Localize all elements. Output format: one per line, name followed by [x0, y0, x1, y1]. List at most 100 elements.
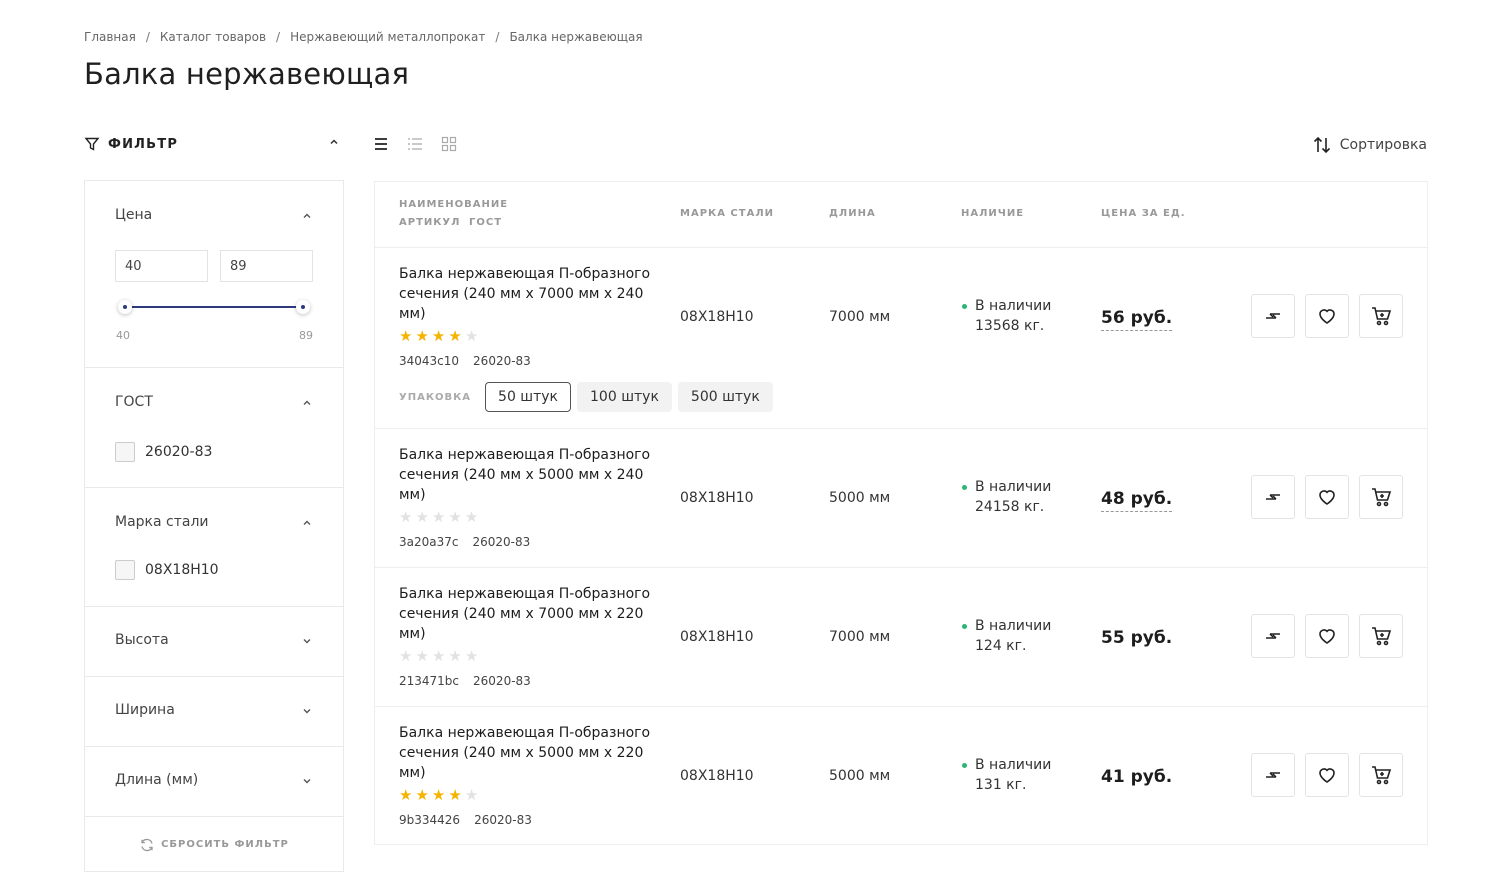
filter-section-length[interactable]: Длина (мм) — [85, 747, 343, 817]
product-name[interactable]: Балка нержавеющая П-образного сечения (2… — [399, 584, 669, 644]
filter-price-title[interactable]: Цена — [115, 207, 152, 223]
product-article: 3a20a37c — [399, 535, 459, 549]
filter-panel: Цена 40 89 40 89 ГОСТ 26020-83 Марка ста… — [84, 180, 344, 872]
header-gost: ГОСТ — [469, 217, 503, 228]
cart-icon — [1372, 766, 1392, 785]
compare-button[interactable] — [1251, 294, 1295, 338]
chevron-down-icon[interactable] — [301, 705, 313, 717]
product-steel: 08Х18Н10 — [680, 490, 754, 506]
header-price[interactable]: ЦЕНА ЗА ЕД. — [1101, 208, 1186, 219]
star-filled-icon: ★ — [399, 327, 413, 345]
header-name: НАИМЕНОВАНИЕ — [399, 199, 509, 210]
filter-header[interactable]: ФИЛЬТР — [84, 134, 344, 154]
add-to-cart-button[interactable] — [1359, 475, 1403, 519]
package-option-500[interactable]: 500 штук — [677, 382, 773, 412]
favorite-button[interactable] — [1305, 294, 1349, 338]
price-slider-max-handle[interactable] — [296, 300, 310, 314]
heart-icon — [1319, 629, 1335, 644]
grid-view-icon[interactable] — [440, 135, 458, 153]
chevron-up-icon[interactable] — [301, 210, 313, 222]
filter-length-title[interactable]: Длина (мм) — [115, 772, 198, 788]
header-article: АРТИКУЛ — [399, 217, 461, 228]
chevron-down-icon[interactable] — [301, 635, 313, 647]
breadcrumb-current: Балка нержавеющая — [509, 30, 643, 44]
product-steel: 08Х18Н10 — [680, 768, 754, 784]
header-steel[interactable]: МАРКА СТАЛИ — [680, 208, 774, 219]
product-gost: 26020-83 — [474, 813, 532, 827]
reset-filter-content: СБРОСИТЬ ФИЛЬТР — [139, 837, 289, 853]
chevron-up-icon[interactable] — [328, 136, 340, 148]
price-slider-track[interactable] — [125, 306, 303, 308]
breadcrumb-home[interactable]: Главная — [84, 30, 136, 44]
price-max-input[interactable]: 89 — [220, 250, 313, 282]
reset-filter-button[interactable]: СБРОСИТЬ ФИЛЬТР — [85, 817, 343, 872]
star-empty-icon: ★ — [415, 647, 429, 665]
product-name[interactable]: Балка нержавеющая П-образного сечения (2… — [399, 264, 669, 324]
cart-icon — [1372, 488, 1392, 507]
breadcrumb-separator: / — [276, 30, 281, 44]
compare-button[interactable] — [1251, 614, 1295, 658]
heart-icon — [1319, 309, 1335, 324]
product-price[interactable]: 48 руб. — [1101, 489, 1173, 512]
stock-label: В наличии — [975, 479, 1052, 495]
package-option-50[interactable]: 50 штук — [485, 382, 572, 412]
package-label: УПАКОВКА — [399, 391, 472, 403]
refresh-icon — [141, 838, 153, 851]
header-length[interactable]: ДЛИНА — [829, 208, 876, 219]
add-to-cart-button[interactable] — [1359, 614, 1403, 658]
breadcrumb: Главная / Каталог товаров / Нержавеющий … — [84, 30, 643, 44]
breadcrumb-catalog[interactable]: Каталог товаров — [160, 30, 266, 44]
product-name[interactable]: Балка нержавеющая П-образного сечения (2… — [399, 445, 669, 505]
stock-quantity: 13568 кг. — [975, 318, 1045, 334]
in-stock-dot — [962, 485, 967, 490]
favorite-button[interactable] — [1305, 475, 1349, 519]
chevron-up-icon[interactable] — [301, 517, 313, 529]
header-stock[interactable]: НАЛИЧИЕ — [961, 208, 1024, 219]
product-codes: 3a20a37c 26020-83 — [399, 535, 530, 549]
list-view-icon[interactable] — [406, 135, 424, 153]
page-title: Балка нержавеющая — [84, 57, 410, 91]
row-actions — [1251, 614, 1403, 658]
product-gost: 26020-83 — [473, 354, 531, 368]
chevron-down-icon[interactable] — [301, 775, 313, 787]
steel-checkbox[interactable] — [115, 560, 135, 580]
breadcrumb-category[interactable]: Нержавеющий металлопрокат — [290, 30, 485, 44]
compare-button[interactable] — [1251, 475, 1295, 519]
filter-section-width[interactable]: Ширина — [85, 677, 343, 747]
compare-button[interactable] — [1251, 753, 1295, 797]
product-price[interactable]: 41 руб. — [1101, 767, 1172, 789]
star-filled-icon: ★ — [399, 786, 413, 804]
price-min-input[interactable]: 40 — [115, 250, 208, 282]
price-slider-min-handle[interactable] — [118, 300, 132, 314]
table-view-icon[interactable] — [372, 135, 390, 153]
price-range-min-label: 40 — [116, 329, 130, 342]
favorite-button[interactable] — [1305, 614, 1349, 658]
chevron-up-icon[interactable] — [301, 397, 313, 409]
rating-stars: ★ ★ ★ ★ ★ — [399, 328, 478, 344]
filter-gost-title[interactable]: ГОСТ — [115, 394, 153, 410]
favorite-button[interactable] — [1305, 753, 1349, 797]
product-name[interactable]: Балка нержавеющая П-образного сечения (2… — [399, 723, 669, 783]
product-price[interactable]: 56 руб. — [1101, 308, 1173, 331]
rating-stars: ★ ★ ★ ★ ★ — [399, 787, 478, 803]
filter-section-height[interactable]: Высота — [85, 607, 343, 677]
filter-steel-title[interactable]: Марка стали — [115, 514, 209, 530]
filter-height-title[interactable]: Высота — [115, 632, 169, 648]
add-to-cart-button[interactable] — [1359, 294, 1403, 338]
star-filled-icon: ★ — [415, 786, 429, 804]
gost-checkbox[interactable] — [115, 442, 135, 462]
stock-label: В наличии — [975, 618, 1052, 634]
product-price[interactable]: 55 руб. — [1101, 628, 1172, 650]
filter-width-title[interactable]: Ширина — [115, 702, 175, 718]
star-filled-icon: ★ — [448, 327, 462, 345]
in-stock-dot — [962, 304, 967, 309]
add-to-cart-button[interactable] — [1359, 753, 1403, 797]
steel-option[interactable]: 08Х18Н10 — [115, 560, 219, 580]
stock-quantity: 124 кг. — [975, 638, 1027, 654]
sort-button[interactable]: Сортировка — [1312, 136, 1427, 154]
heart-icon — [1319, 768, 1335, 783]
gost-option[interactable]: 26020-83 — [115, 442, 212, 462]
package-options: УПАКОВКА 50 штук 100 штук 500 штук — [399, 382, 779, 412]
package-option-100[interactable]: 100 штук — [577, 382, 672, 412]
stock-label: В наличии — [975, 298, 1052, 314]
